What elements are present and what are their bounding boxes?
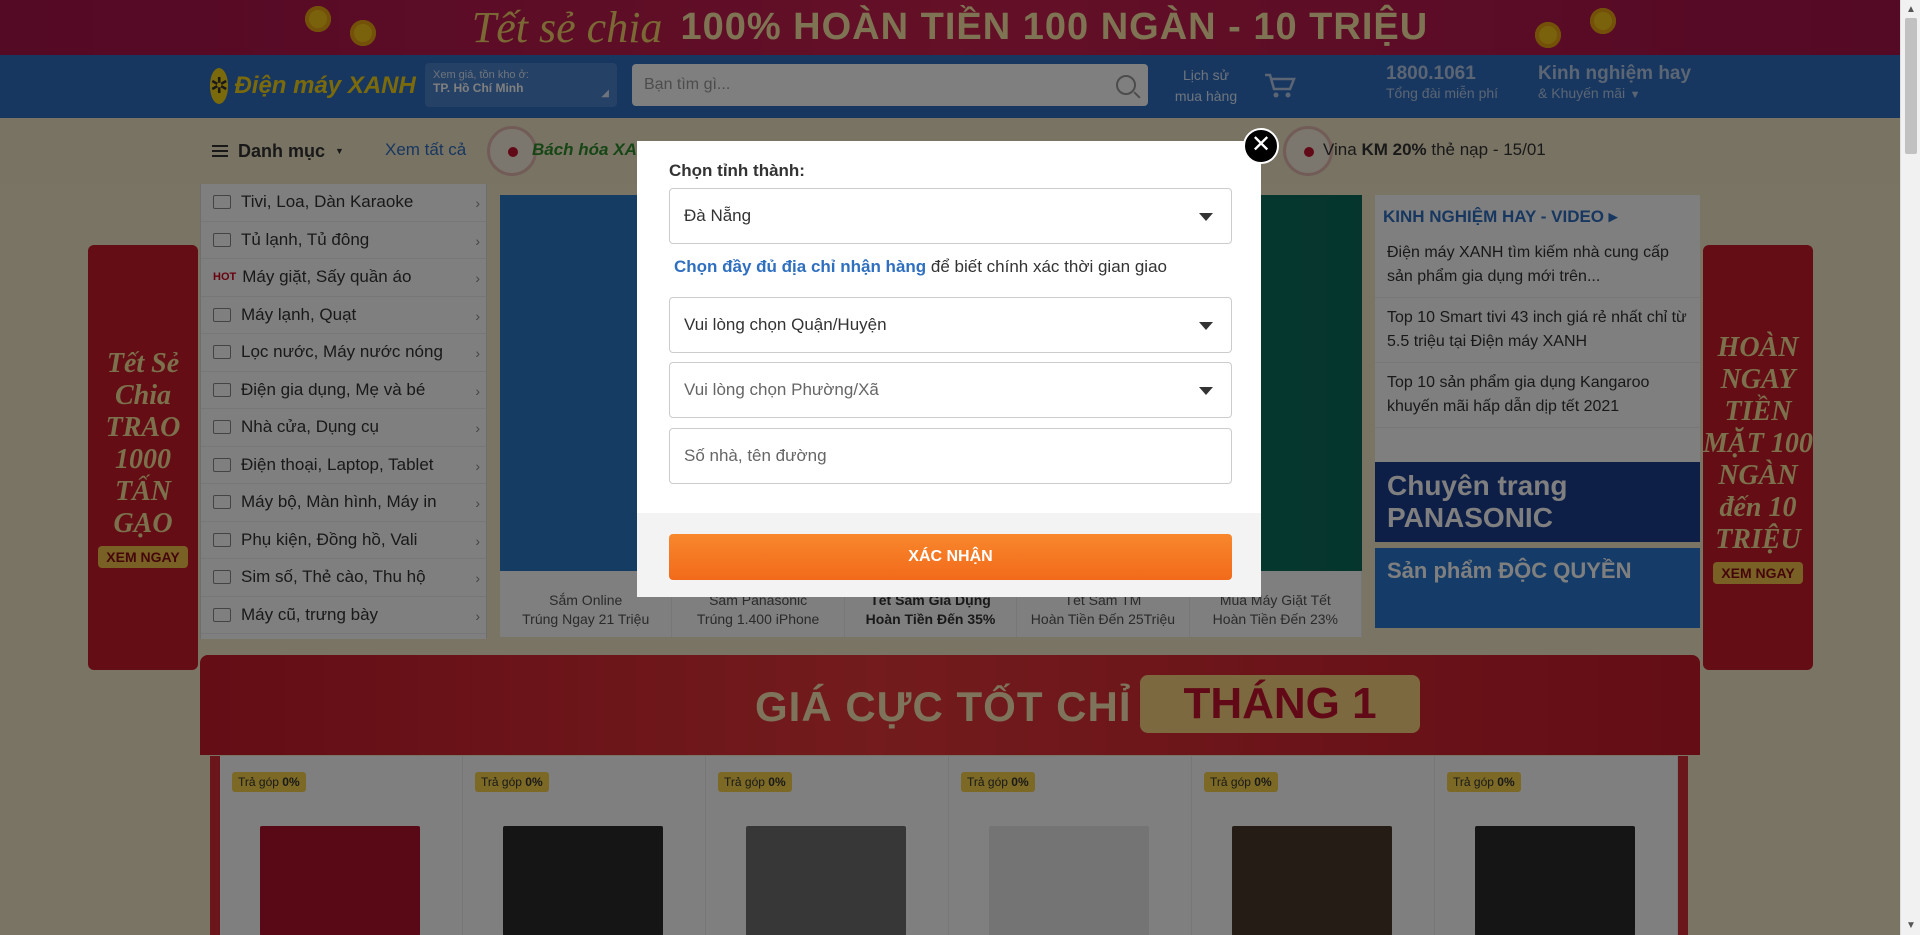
modal-footer: XÁC NHẬN (637, 513, 1261, 597)
scrollbar-thumb[interactable] (1905, 18, 1917, 154)
street-input[interactable]: Số nhà, tên đường (669, 428, 1232, 484)
address-modal: Chọn tỉnh thành: Đà Nẵng Chọn đầy đủ địa… (637, 141, 1261, 597)
address-info-text: để biết chính xác thời gian giao (926, 257, 1167, 276)
province-label: Chọn tỉnh thành: (669, 161, 805, 180)
province-value: Đà Nẵng (684, 206, 752, 225)
province-select[interactable]: Đà Nẵng (669, 188, 1232, 244)
full-address-link[interactable]: Chọn đầy đủ địa chỉ nhận hàng (674, 257, 926, 276)
close-icon[interactable]: ✕ (1243, 128, 1279, 164)
scroll-down-icon[interactable]: ▼ (1906, 920, 1916, 931)
address-info: Chọn đầy đủ địa chỉ nhận hàng để biết ch… (674, 257, 1167, 277)
caret-down-icon (1199, 322, 1213, 330)
ward-select[interactable]: Vui lòng chọn Phường/Xã (669, 362, 1232, 418)
caret-down-icon (1199, 213, 1213, 221)
ward-value: Vui lòng chọn Phường/Xã (684, 380, 879, 399)
caret-down-icon (1199, 387, 1213, 395)
district-select[interactable]: Vui lòng chọn Quận/Huyện (669, 297, 1232, 353)
confirm-button[interactable]: XÁC NHẬN (669, 534, 1232, 580)
page-scrollbar[interactable]: ▲ ▼ (1900, 0, 1920, 935)
district-value: Vui lòng chọn Quận/Huyện (684, 315, 887, 334)
scroll-up-icon[interactable]: ▲ (1906, 4, 1916, 15)
street-placeholder: Số nhà, tên đường (684, 446, 827, 465)
